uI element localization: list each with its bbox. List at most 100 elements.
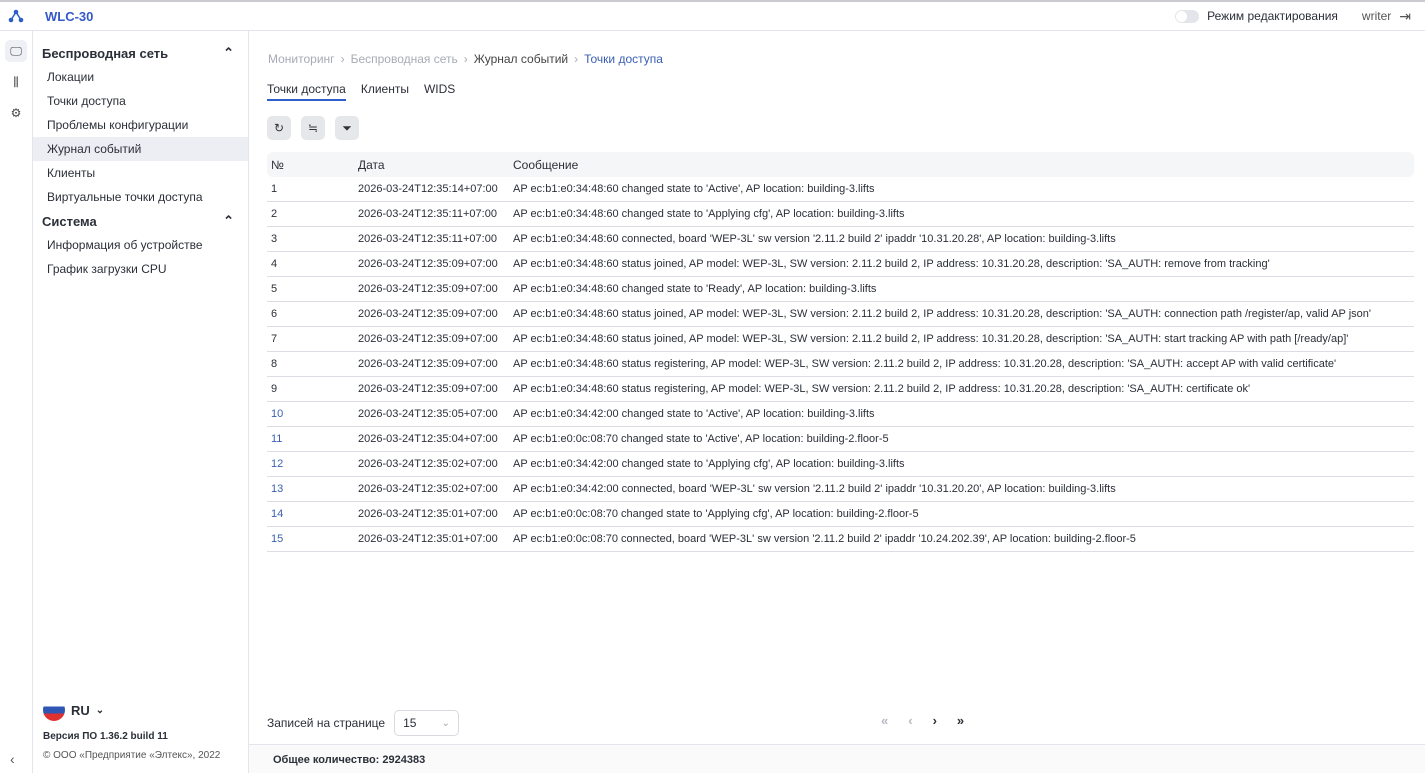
row-message: AP ec:b1:e0:0c:08:70 changed state to 'A…: [513, 433, 889, 445]
sidebar-item-config-problems[interactable]: Проблемы конфигурации: [33, 113, 248, 137]
breadcrumb-event-log[interactable]: Журнал событий: [474, 52, 568, 66]
row-number: 5: [271, 283, 278, 295]
chevron-down-icon: ⌄: [441, 717, 451, 729]
sidebar-item-cpu-graph[interactable]: График загрузки CPU: [33, 257, 248, 281]
nav-group-system[interactable]: Система ⌃: [33, 209, 248, 233]
row-date: 2026-03-24T12:35:09+07:00: [358, 358, 498, 370]
row-message: AP ec:b1:e0:34:48:60 changed state to 'R…: [513, 283, 877, 295]
copyright: © ООО «Предприятие «Элтекс», 2022: [43, 750, 221, 761]
row-date: 2026-03-24T12:35:01+07:00: [358, 508, 498, 520]
per-page-select[interactable]: 15 ⌄: [394, 710, 460, 736]
table-row[interactable]: 9 2026-03-24T12:35:09+07:00 AP ec:b1:e0:34…: [267, 377, 1414, 402]
filter-icon: ⏷: [342, 120, 352, 135]
row-number: 12: [271, 458, 284, 470]
sidebar-item-event-log[interactable]: Журнал событий: [33, 137, 248, 161]
row-number: 9: [271, 383, 278, 395]
table-row[interactable]: 8 2026-03-24T12:35:09+07:00 AP ec:b1:e0:34…: [267, 352, 1414, 377]
table-row[interactable]: 11 2026-03-24T12:35:04+07:00 AP ec:b1:e0:0…: [267, 427, 1414, 452]
equalizer-icon[interactable]: ⫼: [5, 71, 27, 93]
nav-group-wireless[interactable]: Беспроводная сеть ⌃: [33, 41, 248, 65]
first-page-button[interactable]: «: [881, 713, 888, 728]
breadcrumb-monitoring[interactable]: Мониторинг: [268, 52, 335, 66]
table-row[interactable]: 5 2026-03-24T12:35:09+07:00 AP ec:b1:e0:34…: [267, 277, 1414, 302]
filter-button[interactable]: ⏷: [335, 116, 359, 140]
row-message: AP ec:b1:e0:34:42:00 connected, board 'W…: [513, 483, 1116, 495]
row-message: AP ec:b1:e0:34:42:00 changed state to 'A…: [513, 408, 875, 420]
per-page-value: 15: [403, 716, 417, 730]
column-header-number[interactable]: №: [267, 158, 358, 172]
row-message: AP ec:b1:e0:34:48:60 status joined, AP m…: [513, 333, 1349, 345]
chevron-up-icon: ⌃: [223, 45, 234, 60]
clear-icon: ≒: [307, 121, 319, 135]
row-date: 2026-03-24T12:35:04+07:00: [358, 433, 498, 445]
tab-clients[interactable]: Клиенты: [361, 82, 409, 101]
table-row[interactable]: 13 2026-03-24T12:35:02+07:00 AP ec:b1:e0:3…: [267, 477, 1414, 502]
last-page-button[interactable]: »: [957, 713, 964, 728]
refresh-button[interactable]: ↻: [267, 116, 291, 140]
column-header-message[interactable]: Сообщение: [513, 158, 1414, 172]
row-message: AP ec:b1:e0:34:48:60 changed state to 'A…: [513, 208, 905, 220]
breadcrumb-wireless[interactable]: Беспроводная сеть: [351, 52, 458, 66]
table-row[interactable]: 10 2026-03-24T12:35:05+07:00 AP ec:b1:e0:3…: [267, 402, 1414, 427]
per-page-label: Записей на странице: [267, 716, 386, 730]
table-row[interactable]: 15 2026-03-24T12:35:01+07:00 AP ec:b1:e0:0…: [267, 527, 1414, 552]
breadcrumb-separator: ›: [574, 52, 579, 66]
table-row[interactable]: 2 2026-03-24T12:35:11+07:00 AP ec:b1:e0:34…: [267, 202, 1414, 227]
sidebar-item-virtual-aps[interactable]: Виртуальные точки доступа: [33, 185, 248, 209]
row-date: 2026-03-24T12:35:01+07:00: [358, 533, 498, 545]
row-message: AP ec:b1:e0:34:48:60 status joined, AP m…: [513, 308, 1372, 320]
prev-page-button[interactable]: ‹: [908, 713, 912, 728]
column-header-date[interactable]: Дата: [358, 158, 513, 172]
flag-icon: [43, 699, 65, 721]
row-date: 2026-03-24T12:35:09+07:00: [358, 383, 498, 395]
table-row[interactable]: 7 2026-03-24T12:35:09+07:00 AP ec:b1:e0:34…: [267, 327, 1414, 352]
events-table: № Дата Сообщение 1 2026-03-24T12:35:14+07…: [267, 152, 1414, 552]
row-number: 15: [271, 533, 284, 545]
gear-icon[interactable]: ⚙: [5, 102, 27, 124]
row-date: 2026-03-24T12:35:09+07:00: [358, 308, 498, 320]
row-number: 2: [271, 208, 278, 220]
sidebar-item-access-points[interactable]: Точки доступа: [33, 89, 248, 113]
row-number: 3: [271, 233, 278, 245]
chevron-down-icon: ⌄: [95, 704, 105, 716]
row-number: 1: [271, 183, 278, 195]
sidebar-item-locations[interactable]: Локации: [33, 65, 248, 89]
row-date: 2026-03-24T12:35:09+07:00: [358, 333, 498, 345]
table-row[interactable]: 3 2026-03-24T12:35:11+07:00 AP ec:b1:e0:34…: [267, 227, 1414, 252]
sidebar-item-device-info[interactable]: Информация об устройстве: [33, 233, 248, 257]
table-row[interactable]: 4 2026-03-24T12:35:09+07:00 AP ec:b1:e0:34…: [267, 252, 1414, 277]
logout-icon[interactable]: ⇥: [1399, 8, 1411, 25]
language-label: RU: [71, 702, 90, 718]
table-row[interactable]: 12 2026-03-24T12:35:02+07:00 AP ec:b1:e0:3…: [267, 452, 1414, 477]
logo-icon[interactable]: [0, 9, 32, 23]
row-message: AP ec:b1:e0:34:48:60 connected, board 'W…: [513, 233, 1116, 245]
row-date: 2026-03-24T12:35:02+07:00: [358, 458, 498, 470]
sidebar-item-clients[interactable]: Клиенты: [33, 161, 248, 185]
next-page-button[interactable]: ›: [933, 713, 937, 728]
row-date: 2026-03-24T12:35:05+07:00: [358, 408, 498, 420]
sidebar-nav: Беспроводная сеть ⌃ Локации Точки доступа…: [33, 31, 249, 773]
row-message: AP ec:b1:e0:0c:08:70 connected, board 'W…: [513, 533, 1136, 545]
row-number: 6: [271, 308, 278, 320]
clear-log-button[interactable]: ≒: [301, 116, 325, 140]
collapse-sidebar-icon[interactable]: ‹: [10, 751, 15, 767]
row-date: 2026-03-24T12:35:09+07:00: [358, 283, 498, 295]
language-select[interactable]: RU ⌄: [43, 699, 220, 721]
tab-wids[interactable]: WIDS: [424, 82, 455, 101]
main-content: Мониторинг › Беспроводная сеть › Журнал со…: [249, 31, 1425, 773]
tab-access-points[interactable]: Точки доступа: [267, 82, 346, 101]
edit-mode-toggle[interactable]: [1175, 9, 1200, 23]
refresh-icon: ↻: [273, 121, 285, 135]
table-row[interactable]: 6 2026-03-24T12:35:09+07:00 AP ec:b1:e0:34…: [267, 302, 1414, 327]
row-number: 8: [271, 358, 278, 370]
row-message: AP ec:b1:e0:34:42:00 changed state to 'A…: [513, 458, 905, 470]
table-row[interactable]: 1 2026-03-24T12:35:14+07:00 AP ec:b1:e0:34…: [267, 177, 1414, 202]
row-date: 2026-03-24T12:35:11+07:00: [358, 208, 497, 220]
row-number: 10: [271, 408, 284, 420]
row-date: 2026-03-24T12:35:02+07:00: [358, 483, 498, 495]
nav-group-label: Беспроводная сеть: [42, 45, 169, 61]
monitor-icon[interactable]: 🖵: [5, 40, 27, 62]
table-row[interactable]: 14 2026-03-24T12:35:01+07:00 AP ec:b1:e0:0…: [267, 502, 1414, 527]
breadcrumb-access-points: Точки доступа: [584, 52, 663, 66]
row-date: 2026-03-24T12:35:11+07:00: [358, 233, 497, 245]
